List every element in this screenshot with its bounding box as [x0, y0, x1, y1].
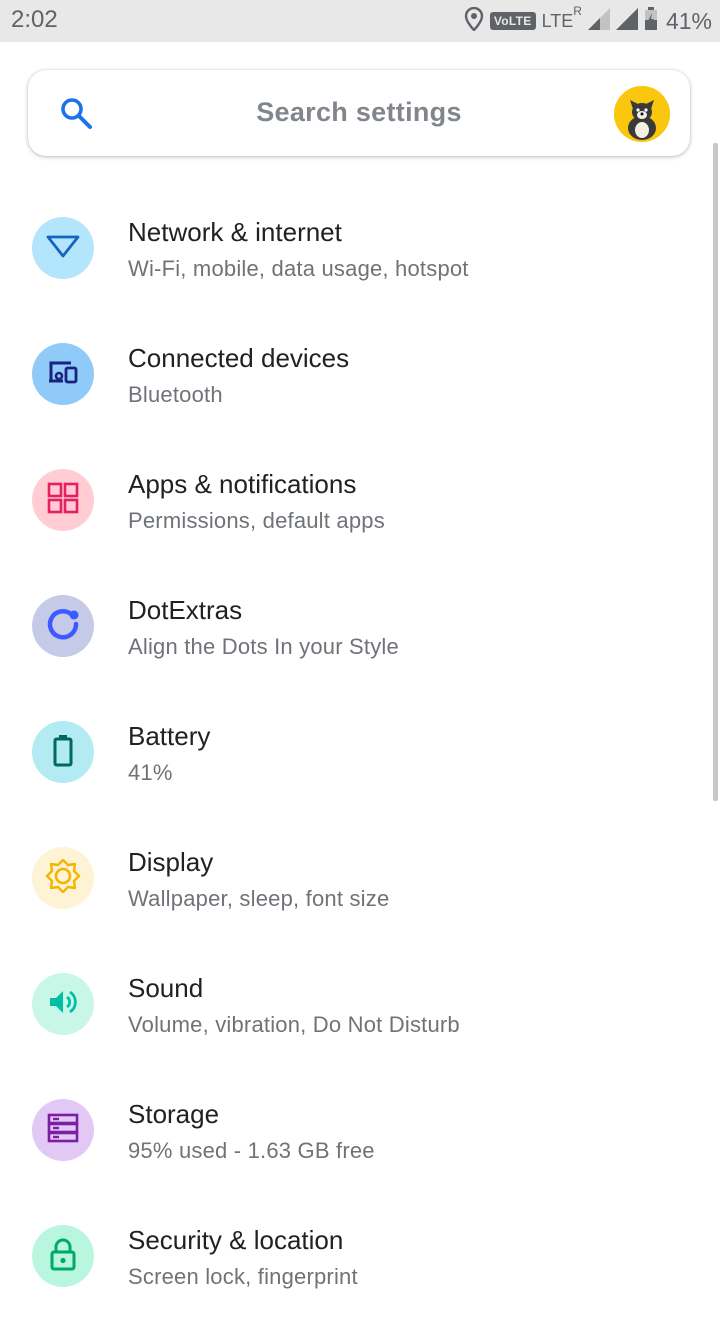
setting-subtitle: Align the Dots In your Style [128, 634, 399, 659]
setting-subtitle: Permissions, default apps [128, 508, 385, 533]
setting-security-location[interactable]: Security & location Screen lock, fingerp… [0, 1197, 720, 1323]
brightness-icon [45, 858, 81, 899]
signal-icon [587, 7, 610, 35]
location-icon [464, 6, 484, 36]
dotextras-icon-circle [32, 595, 94, 657]
storage-icon [45, 1110, 81, 1151]
roaming-indicator: R [573, 4, 582, 18]
battery-icon-circle [32, 721, 94, 783]
battery-icon-status [644, 6, 658, 36]
setting-title: Security & location [128, 1225, 344, 1255]
setting-network-internet[interactable]: Network & internet Wi-Fi, mobile, data u… [0, 189, 720, 315]
setting-subtitle: Volume, vibration, Do Not Disturb [128, 1012, 460, 1037]
battery-percentage: 41% [665, 7, 712, 34]
network-type: LTE [541, 10, 574, 31]
setting-title: Storage [128, 1099, 220, 1129]
setting-storage[interactable]: Storage 95% used - 1.63 GB free [0, 1071, 720, 1197]
setting-title: Battery [128, 721, 211, 751]
setting-apps-notifications[interactable]: Apps & notifications Permissions, defaul… [0, 441, 720, 567]
search-bar[interactable]: Search settings [28, 70, 690, 156]
signal-icon-2 [615, 7, 638, 35]
status-icons: VoLTE LTE R 41% [464, 4, 712, 38]
setting-subtitle: Screen lock, fingerprint [128, 1264, 358, 1289]
setting-title: Apps & notifications [128, 469, 357, 499]
apps-grid-icon [45, 480, 81, 521]
setting-subtitle: 95% used - 1.63 GB free [128, 1138, 375, 1163]
setting-title: Connected devices [128, 343, 350, 373]
display-icon-circle [32, 847, 94, 909]
apps-icon-circle [32, 469, 94, 531]
setting-subtitle: Wallpaper, sleep, font size [128, 886, 390, 911]
setting-display[interactable]: Display Wallpaper, sleep, font size [0, 819, 720, 945]
setting-battery[interactable]: Battery 41% [0, 693, 720, 819]
avatar[interactable] [614, 86, 670, 142]
search-placeholder: Search settings [256, 97, 462, 127]
setting-connected-devices[interactable]: Connected devices Bluetooth [0, 315, 720, 441]
setting-title: Sound [128, 973, 204, 1003]
wifi-icon [45, 228, 81, 269]
network-icon-circle [32, 217, 94, 279]
setting-title: Display [128, 847, 214, 877]
devices-icon [45, 354, 81, 395]
status-time: 2:02 [11, 6, 58, 33]
setting-subtitle: Wi-Fi, mobile, data usage, hotspot [128, 256, 469, 281]
volume-icon [45, 984, 81, 1025]
settings-list: Network & internet Wi-Fi, mobile, data u… [0, 189, 720, 1323]
lock-icon [45, 1236, 81, 1277]
sound-icon-circle [32, 973, 94, 1035]
status-bar: 2:02 VoLTE LTE R 41% [0, 0, 720, 42]
dot-ring-icon [45, 606, 81, 647]
devices-icon-circle [32, 343, 94, 405]
setting-sound[interactable]: Sound Volume, vibration, Do Not Disturb [0, 945, 720, 1071]
setting-dotextras[interactable]: DotExtras Align the Dots In your Style [0, 567, 720, 693]
setting-subtitle: Bluetooth [128, 382, 223, 407]
volte-badge: VoLTE [489, 12, 536, 30]
setting-subtitle: 41% [128, 760, 173, 785]
setting-title: DotExtras [128, 595, 243, 625]
storage-icon-circle [32, 1099, 94, 1161]
battery-icon [45, 732, 81, 773]
security-icon-circle [32, 1225, 94, 1287]
setting-title: Network & internet [128, 217, 342, 247]
